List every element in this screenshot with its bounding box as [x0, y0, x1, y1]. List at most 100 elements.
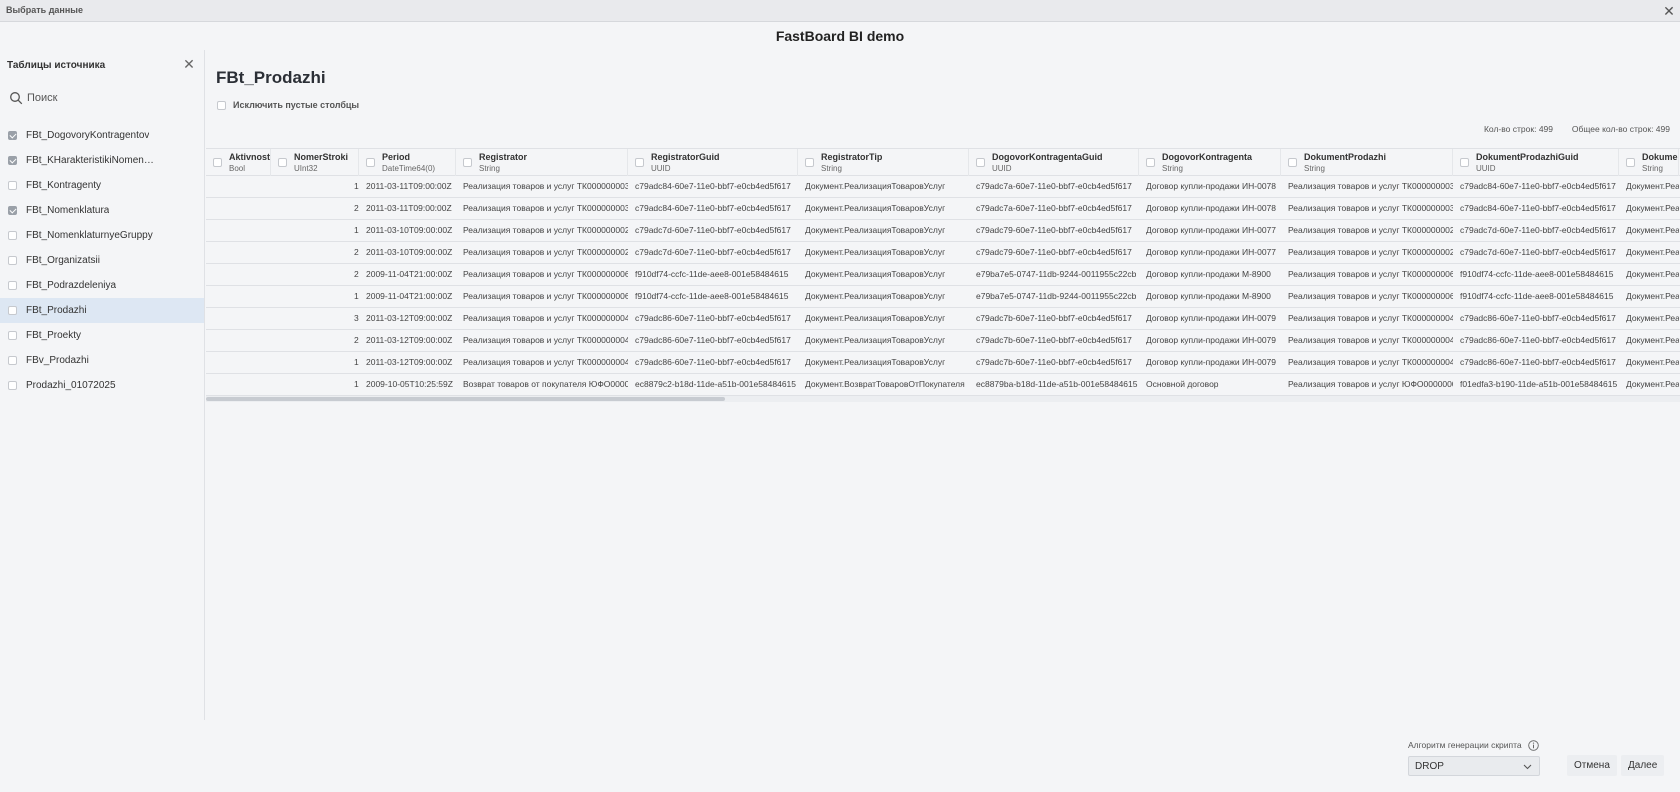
table-cell: f910df74-ccfc-11de-aee8-001e58484615 [1460, 269, 1614, 279]
panel-close-icon[interactable]: ✕ [182, 57, 196, 71]
table-cell: Договор купли-продажи М-8900 [1146, 269, 1271, 279]
scrollbar-thumb[interactable] [206, 397, 725, 401]
table-checkbox[interactable] [8, 256, 17, 265]
column-checkbox[interactable] [278, 158, 287, 167]
table-list-item[interactable]: FBt_Proekty [0, 323, 204, 348]
table-checkbox[interactable] [8, 206, 17, 215]
column-checkbox[interactable] [1626, 158, 1635, 167]
column-header[interactable]: Registrator String [456, 149, 628, 176]
table-list-item[interactable]: FBt_DogovoryKontragentov [0, 123, 204, 148]
table-list-item[interactable]: FBv_Prodazhi [0, 348, 204, 373]
table-cell: Документ.РеализацияТоваровУслуг [1626, 181, 1679, 191]
table-checkbox[interactable] [8, 131, 17, 140]
table-cell: 2011-03-11T09:00:00Z [366, 181, 452, 191]
table-row[interactable]: 2 2011-03-11T09:00:00Z Реализация товаров … [206, 198, 1680, 220]
table-row[interactable]: 1 2011-03-12T09:00:00Z Реализация товаров … [206, 352, 1680, 374]
column-header[interactable]: DogovorKontragenta String [1139, 149, 1281, 176]
column-checkbox[interactable] [366, 158, 375, 167]
table-row[interactable]: 1 2011-03-11T09:00:00Z Реализация товаров … [206, 176, 1680, 198]
column-checkbox[interactable] [463, 158, 472, 167]
column-checkbox[interactable] [1288, 158, 1297, 167]
table-row[interactable]: 1 2011-03-10T09:00:00Z Реализация товаров … [206, 220, 1680, 242]
table-cell: Документ.РеализацияТоваровУслуг [805, 225, 946, 235]
table-cell: 2009-11-04T21:00:00Z [366, 269, 453, 279]
column-checkbox[interactable] [805, 158, 814, 167]
table-cell: 2011-03-10T09:00:00Z [366, 225, 453, 235]
table-cell: c79adc84-60e7-11e0-bbf7-e0cb4ed5f617 [635, 203, 791, 213]
table-row[interactable]: 1 2009-11-04T21:00:00Z Реализация товаров … [206, 286, 1680, 308]
search-icon [10, 92, 23, 105]
table-checkbox[interactable] [8, 231, 17, 240]
column-type: UUID [992, 164, 1012, 173]
info-icon[interactable] [1528, 740, 1539, 751]
column-header[interactable]: DogovorKontragentaGuid UUID [969, 149, 1139, 176]
exclude-empty-checkbox[interactable] [217, 100, 226, 110]
table-checkbox[interactable] [8, 156, 17, 165]
exclude-empty-toggle[interactable]: Исключить пустые столбцы [217, 100, 359, 110]
table-label: Prodazhi_01072025 [26, 380, 116, 391]
table-row[interactable]: 2 2009-11-04T21:00:00Z Реализация товаров … [206, 264, 1680, 286]
table-list-item[interactable]: Prodazhi_01072025 [0, 373, 204, 398]
column-checkbox[interactable] [1146, 158, 1155, 167]
table-cell: 2011-03-11T09:00:00Z [366, 203, 452, 213]
window-close-icon[interactable]: ✕ [1660, 2, 1678, 20]
table-checkbox[interactable] [8, 356, 17, 365]
table-cell: Документ.РеализацияТоваровУслуг [805, 203, 946, 213]
table-cell: 2 [271, 330, 359, 351]
table-row[interactable]: 2 2011-03-10T09:00:00Z Реализация товаров … [206, 242, 1680, 264]
column-checkbox[interactable] [976, 158, 985, 167]
table-list-item[interactable]: FBt_KHarakteristikiNomenklatury [0, 148, 204, 173]
column-checkbox[interactable] [213, 158, 222, 167]
table-list-item[interactable]: FBt_Organizatsii [0, 248, 204, 273]
next-button[interactable]: Далее [1621, 755, 1665, 776]
table-row[interactable]: 1 2009-10-05T10:25:59Z Возврат товаров от … [206, 374, 1680, 396]
table-checkbox[interactable] [8, 306, 17, 315]
table-cell: Договор купли-продажи ИН-0079 [1146, 357, 1277, 367]
column-checkbox[interactable] [635, 158, 644, 167]
table-cell: e79ba7e5-0747-11db-9244-0011955c22cb [976, 291, 1137, 301]
table-cell: 2 [271, 242, 359, 263]
table-list-item[interactable]: FBt_Podrazdeleniya [0, 273, 204, 298]
table-cell [206, 220, 271, 241]
column-header[interactable]: Period DateTime64(0) [359, 149, 456, 176]
column-name: NomerStroki [294, 152, 349, 162]
table-label: FBt_Kontragenty [26, 180, 102, 191]
column-header[interactable]: DokumentProdazhi String [1281, 149, 1453, 176]
table-list-item[interactable]: FBt_NomenklaturnyeGruppy [0, 223, 204, 248]
column-type: String [1642, 164, 1663, 173]
column-header[interactable]: DokumentProdazhiTip String [1619, 149, 1679, 176]
search-input[interactable] [27, 88, 197, 108]
table-row[interactable]: 2 2011-03-12T09:00:00Z Реализация товаров … [206, 330, 1680, 352]
table-cell: c79adc7a-60e7-11e0-bbf7-e0cb4ed5f617 [976, 203, 1132, 213]
source-tables-panel: Таблицы источника ✕ FBt_DogovoryKontrage… [0, 50, 205, 720]
table-row[interactable]: 3 2011-03-12T09:00:00Z Реализация товаров … [206, 308, 1680, 330]
app-title: FastBoard BI demo [775, 28, 905, 44]
table-label: FBt_Organizatsii [26, 255, 100, 266]
column-header[interactable]: RegistratorGuid UUID [628, 149, 798, 176]
table-cell: 3 [271, 308, 359, 329]
table-cell [206, 286, 271, 307]
column-header[interactable]: Aktivnost Bool [206, 149, 271, 176]
table-label: FBt_Nomenklatura [26, 205, 110, 216]
horizontal-scrollbar[interactable] [206, 396, 1680, 402]
table-cell [206, 330, 271, 351]
column-header[interactable]: RegistratorTip String [798, 149, 969, 176]
table-checkbox[interactable] [8, 381, 17, 390]
table-cell: Договор купли-продажи М-8900 [1146, 291, 1271, 301]
table-list-item[interactable]: FBt_Nomenklatura [0, 198, 204, 223]
table-checkbox[interactable] [8, 181, 17, 190]
column-header[interactable]: DokumentProdazhiGuid UUID [1453, 149, 1619, 176]
column-header[interactable]: NomerStroki UInt32 [271, 149, 359, 176]
table-cell: 1 [271, 374, 359, 395]
cancel-button[interactable]: Отмена [1567, 755, 1617, 776]
table-list-item[interactable]: FBt_Kontragenty [0, 173, 204, 198]
column-checkbox[interactable] [1460, 158, 1469, 167]
algorithm-select[interactable]: DROP [1408, 756, 1540, 776]
table-checkbox[interactable] [8, 281, 17, 290]
table-list-item[interactable]: FBt_Prodazhi [0, 298, 204, 323]
table-cell: Реализация товаров и услуг ТК000000003 [463, 203, 628, 213]
table-cell: Документ.РеализацияТоваровУслуг [805, 291, 946, 301]
table-cell: Документ.РеализацияТоваровУслуг [1626, 203, 1679, 213]
table-checkbox[interactable] [8, 331, 17, 340]
exclude-empty-label: Исключить пустые столбцы [233, 100, 360, 110]
